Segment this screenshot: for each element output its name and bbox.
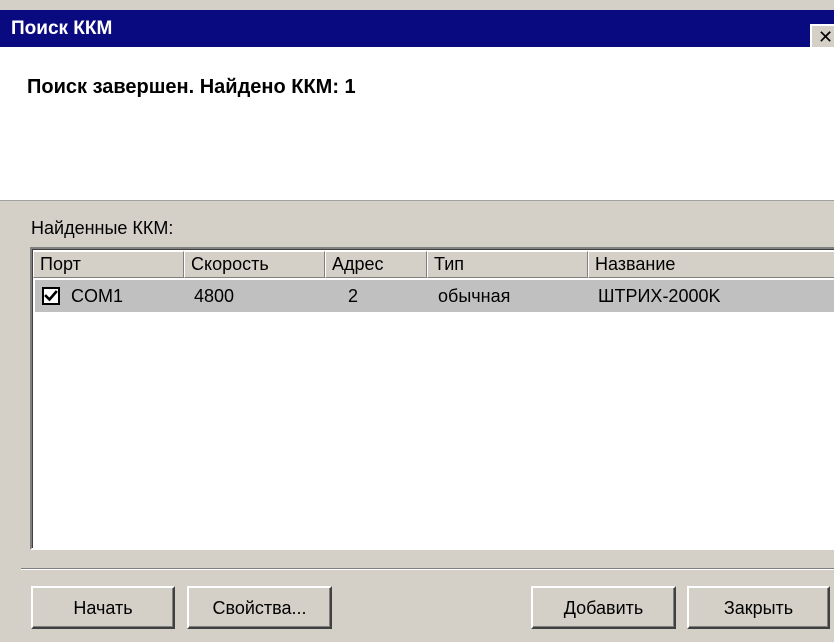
cell-port: COM1 <box>71 286 124 306</box>
cell-speed: 4800 <box>194 286 235 306</box>
column-header-name[interactable]: Название <box>588 251 834 278</box>
column-header-type[interactable]: Тип <box>427 251 588 278</box>
check-mark-icon <box>44 290 58 302</box>
cell-type: обычная <box>438 286 511 306</box>
cell-name: ШТРИХ-2000K <box>598 286 721 306</box>
close-button[interactable]: Закрыть <box>687 586 830 629</box>
start-button[interactable]: Начать <box>31 586 175 629</box>
column-header-address[interactable]: Адрес <box>325 251 427 278</box>
table-row[interactable]: COM1 4800 2 обычная ШТРИХ-2000K <box>35 280 834 312</box>
button-separator <box>21 568 834 570</box>
row-checkbox[interactable] <box>42 287 60 305</box>
found-kkm-list[interactable]: Порт Скорость Адрес Тип Название COM1 48… <box>30 247 834 550</box>
column-header-speed[interactable]: Скорость <box>184 251 325 278</box>
column-header-port[interactable]: Порт <box>33 251 184 278</box>
properties-button[interactable]: Свойства... <box>187 586 332 629</box>
search-kkm-dialog: Поиск ККМ ✕ Поиск завершен. Найдено ККМ:… <box>0 0 834 642</box>
search-status-text: Поиск завершен. Найдено ККМ: 1 <box>27 76 356 98</box>
add-button[interactable]: Добавить <box>531 586 676 629</box>
cell-address: 2 <box>348 286 359 306</box>
status-panel <box>0 47 834 201</box>
close-icon: ✕ <box>818 27 834 47</box>
found-kkm-label: Найденные ККМ: <box>31 218 174 238</box>
title-bar: Поиск ККМ ✕ <box>0 10 834 50</box>
window-title: Поиск ККМ <box>11 18 113 39</box>
